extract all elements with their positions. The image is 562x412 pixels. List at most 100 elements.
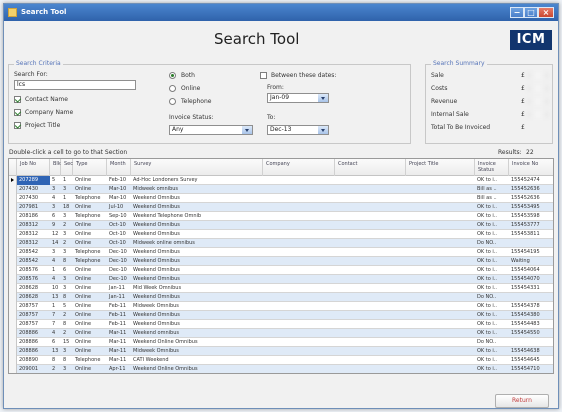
row-header[interactable]: [9, 203, 17, 212]
col-header-project-title[interactable]: Project Title: [406, 159, 475, 176]
cell-blk[interactable]: 13: [50, 293, 61, 302]
cell-type[interactable]: Telephone: [73, 248, 107, 257]
cell-sec[interactable]: 6: [61, 266, 73, 275]
cell-invoice[interactable]: 155453811: [509, 230, 553, 239]
table-row[interactable]: 208186 6 3 Telephone Sep-10 Weekend Telephone…: [9, 212, 553, 221]
cell-project[interactable]: [406, 320, 475, 329]
contact-name-checkbox[interactable]: [14, 96, 21, 103]
project-title-checkbox[interactable]: [14, 122, 21, 129]
cell-survey[interactable]: Ad-Hoc Londoners Survey: [131, 176, 263, 185]
cell-blk[interactable]: 10: [50, 284, 61, 293]
cell-job[interactable]: 208886: [17, 329, 50, 338]
table-row[interactable]: 207289 5 1 Online Feb-10 Ad-Hoc Londoners Sur…: [9, 176, 553, 185]
cell-invoice[interactable]: [509, 293, 553, 302]
cell-project[interactable]: [406, 257, 475, 266]
cell-job[interactable]: 208576: [17, 275, 50, 284]
cell-blk[interactable]: 1: [50, 302, 61, 311]
table-row[interactable]: 207430 3 3 Online Mar-10 Midweek omnibus Bill …: [9, 185, 553, 194]
row-header[interactable]: [9, 275, 17, 284]
cell-status[interactable]: OK to i..: [475, 356, 509, 365]
cell-sec[interactable]: 2: [61, 329, 73, 338]
cell-blk[interactable]: 6: [50, 338, 61, 347]
cell-company[interactable]: [263, 266, 335, 275]
row-header[interactable]: [9, 257, 17, 266]
cell-job[interactable]: 208757: [17, 302, 50, 311]
cell-contact[interactable]: [335, 248, 406, 257]
cell-project[interactable]: [406, 329, 475, 338]
table-row[interactable]: 208542 3 3 Telephone Dec-10 Weekend Omnibus OK…: [9, 248, 553, 257]
cell-contact[interactable]: [335, 302, 406, 311]
table-row[interactable]: 208576 1 6 Online Dec-10 Weekend Omnibus OK to…: [9, 266, 553, 275]
cell-sec[interactable]: 3: [61, 365, 73, 373]
cell-company[interactable]: [263, 248, 335, 257]
col-header-invoice-no[interactable]: Invoice No: [509, 159, 553, 176]
cell-contact[interactable]: [335, 329, 406, 338]
table-row[interactable]: 208576 4 3 Online Dec-10 Weekend Omnibus OK to…: [9, 275, 553, 284]
search-for-input[interactable]: lcs: [14, 80, 136, 90]
cell-month[interactable]: Mar-11: [107, 329, 131, 338]
cell-sec[interactable]: 3: [61, 275, 73, 284]
cell-month[interactable]: Feb-11: [107, 311, 131, 320]
results-grid[interactable]: Job No Blk Sec Type Month Survey Company…: [8, 158, 554, 374]
table-row[interactable]: 209001 2 3 Online Apr-11 Weekend Online Omnib…: [9, 365, 553, 373]
cell-survey[interactable]: Weekend Omnibus: [131, 311, 263, 320]
cell-survey[interactable]: Midweek Omnibus: [131, 302, 263, 311]
cell-contact[interactable]: [335, 293, 406, 302]
cell-blk[interactable]: 4: [50, 194, 61, 203]
cell-type[interactable]: Online: [73, 266, 107, 275]
cell-month[interactable]: Oct-10: [107, 239, 131, 248]
cell-invoice[interactable]: 155454483: [509, 320, 553, 329]
cell-job[interactable]: 208757: [17, 311, 50, 320]
row-header[interactable]: [9, 212, 17, 221]
cell-project[interactable]: [406, 302, 475, 311]
invoice-status-select[interactable]: Any: [169, 125, 253, 135]
cell-type[interactable]: Online: [73, 347, 107, 356]
cell-survey[interactable]: Weekend omnibus: [131, 329, 263, 338]
cell-company[interactable]: [263, 185, 335, 194]
row-header[interactable]: [9, 365, 17, 373]
cell-job[interactable]: 207430: [17, 185, 50, 194]
cell-job[interactable]: 207289: [17, 176, 50, 185]
cell-company[interactable]: [263, 311, 335, 320]
table-row[interactable]: 208312 12 3 Online Oct-10 Weekend Omnibus OK t…: [9, 230, 553, 239]
table-row[interactable]: 208757 1 5 Online Feb-11 Midweek Omnibus OK to…: [9, 302, 553, 311]
cell-type[interactable]: Telephone: [73, 257, 107, 266]
cell-survey[interactable]: Midweek Omnibus: [131, 347, 263, 356]
cell-survey[interactable]: Weekend Omnibus: [131, 194, 263, 203]
cell-month[interactable]: Mar-10: [107, 194, 131, 203]
cell-type[interactable]: Online: [73, 338, 107, 347]
cell-company[interactable]: [263, 284, 335, 293]
cell-month[interactable]: Apr-11: [107, 365, 131, 373]
cell-type[interactable]: Online: [73, 302, 107, 311]
cell-invoice[interactable]: 155454378: [509, 302, 553, 311]
close-button[interactable]: ×: [538, 7, 554, 18]
cell-job[interactable]: 209001: [17, 365, 50, 373]
cell-invoice[interactable]: 155454064: [509, 266, 553, 275]
cell-status[interactable]: OK to i..: [475, 275, 509, 284]
cell-invoice[interactable]: 155452636: [509, 185, 553, 194]
row-header[interactable]: [9, 320, 17, 329]
online-radio[interactable]: [169, 85, 176, 92]
cell-contact[interactable]: [335, 338, 406, 347]
cell-type[interactable]: Online: [73, 221, 107, 230]
cell-invoice[interactable]: 155453495: [509, 203, 553, 212]
col-header-month[interactable]: Month: [107, 159, 131, 176]
table-row[interactable]: 208886 4 2 Online Mar-11 Weekend omnibus OK to…: [9, 329, 553, 338]
cell-sec[interactable]: 1: [61, 176, 73, 185]
cell-invoice[interactable]: 155454550: [509, 329, 553, 338]
cell-contact[interactable]: [335, 347, 406, 356]
cell-status[interactable]: Do NO..: [475, 239, 509, 248]
cell-contact[interactable]: [335, 356, 406, 365]
row-header[interactable]: [9, 230, 17, 239]
cell-month[interactable]: Feb-11: [107, 302, 131, 311]
cell-status[interactable]: OK to i..: [475, 284, 509, 293]
cell-sec[interactable]: 3: [61, 185, 73, 194]
cell-invoice[interactable]: [509, 338, 553, 347]
cell-project[interactable]: [406, 365, 475, 373]
cell-company[interactable]: [263, 239, 335, 248]
cell-type[interactable]: Online: [73, 203, 107, 212]
cell-month[interactable]: Dec-10: [107, 266, 131, 275]
cell-contact[interactable]: [335, 275, 406, 284]
row-header[interactable]: [9, 284, 17, 293]
cell-invoice[interactable]: 155454710: [509, 365, 553, 373]
